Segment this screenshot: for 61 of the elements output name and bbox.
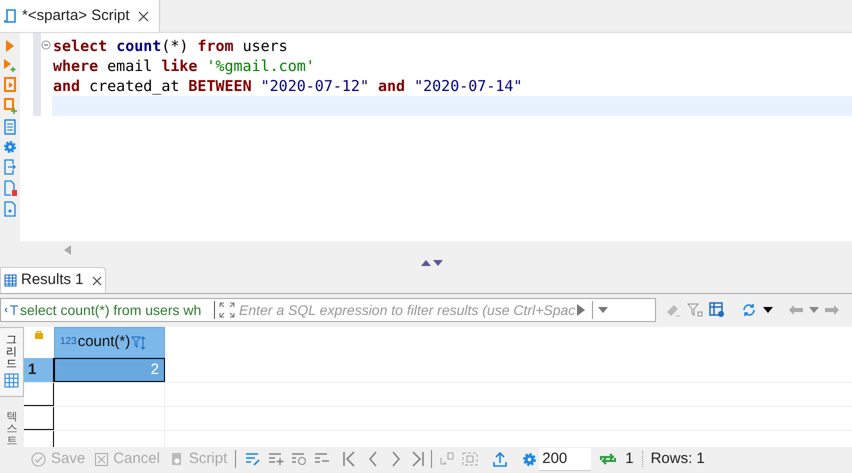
script-icon <box>4 8 18 24</box>
eraser-icon[interactable] <box>665 303 681 317</box>
add-row-icon[interactable] <box>268 452 284 466</box>
collapse-icon[interactable] <box>41 40 51 50</box>
play-icon[interactable] <box>4 39 16 53</box>
last-page-icon[interactable] <box>412 451 424 467</box>
close-icon[interactable] <box>138 10 149 22</box>
document-icon[interactable] <box>4 119 16 135</box>
filter-placeholder: Enter a SQL expression to filter results (use Ctrl+Spac <box>239 300 576 320</box>
scroll-left-icon[interactable] <box>64 245 72 255</box>
settings-icon[interactable] <box>522 452 538 466</box>
row-number[interactable]: 1 <box>24 358 54 382</box>
edit-lines-icon[interactable] <box>245 452 262 466</box>
editor-tab[interactable]: *<sparta> Script <box>0 0 160 32</box>
code-line: and created_at BETWEEN "2020-07-12" and "2020-07-14" <box>53 77 522 95</box>
script-run-icon[interactable] <box>3 77 17 93</box>
filter-field[interactable]: select count(*) from users wh Enter a SQL expression to filter results (use Ctrl+Spac <box>0 298 656 322</box>
play-icon[interactable] <box>577 304 586 316</box>
file-variable-icon[interactable] <box>4 201 16 217</box>
first-page-icon[interactable] <box>343 451 356 467</box>
results-tab[interactable]: Results 1 <box>0 267 106 293</box>
type-label: 123 <box>60 335 77 349</box>
refresh-count: 1 <box>625 448 634 469</box>
code-line: select count(*) from users <box>53 37 288 55</box>
row-header <box>24 383 54 406</box>
panel-icon[interactable] <box>462 452 478 466</box>
upload-icon[interactable] <box>493 451 508 467</box>
settings-icon[interactable] <box>3 140 17 154</box>
filter-sort-icon[interactable] <box>131 336 148 350</box>
column-header[interactable]: 123count(*) <box>54 327 165 358</box>
grid-icon <box>4 274 17 287</box>
dropdown-icon[interactable] <box>763 307 773 313</box>
lock-icon <box>35 330 43 339</box>
expand-icon[interactable] <box>219 302 235 318</box>
filter-icon[interactable] <box>687 303 703 317</box>
script-icon <box>170 452 184 466</box>
query-text: select count(*) from users wh <box>20 300 202 320</box>
export-icon[interactable] <box>4 159 16 175</box>
fetch-size-field[interactable]: 200 <box>539 448 592 470</box>
copy-row-icon[interactable] <box>291 452 308 466</box>
back-arrow-icon[interactable] <box>789 305 803 315</box>
check-circle-icon <box>31 452 46 466</box>
grid-icon <box>4 373 19 388</box>
forward-arrow-icon[interactable] <box>825 305 839 315</box>
sql-text-icon <box>4 304 20 316</box>
refresh-icon[interactable] <box>741 302 757 318</box>
table-settings-icon[interactable] <box>709 302 725 318</box>
table-cell: 2 <box>54 358 165 382</box>
grid-view-tab[interactable]: 그리드 <box>0 327 24 397</box>
next-icon[interactable] <box>391 451 402 467</box>
file-error-icon[interactable] <box>4 180 16 196</box>
previous-icon[interactable] <box>368 451 378 467</box>
row-count-status: Rows: 1 <box>650 448 705 469</box>
text-view-tab[interactable]: 텍스트 <box>0 396 24 447</box>
script-plus-icon[interactable] <box>3 98 17 114</box>
cancel-box-icon <box>95 452 108 466</box>
play-plus-icon[interactable] <box>3 58 17 72</box>
refresh-icon[interactable] <box>599 452 618 466</box>
column-name: count(*) <box>78 332 130 352</box>
close-icon[interactable] <box>92 276 102 286</box>
code-line: where email like '%gmail.com' <box>53 57 315 75</box>
